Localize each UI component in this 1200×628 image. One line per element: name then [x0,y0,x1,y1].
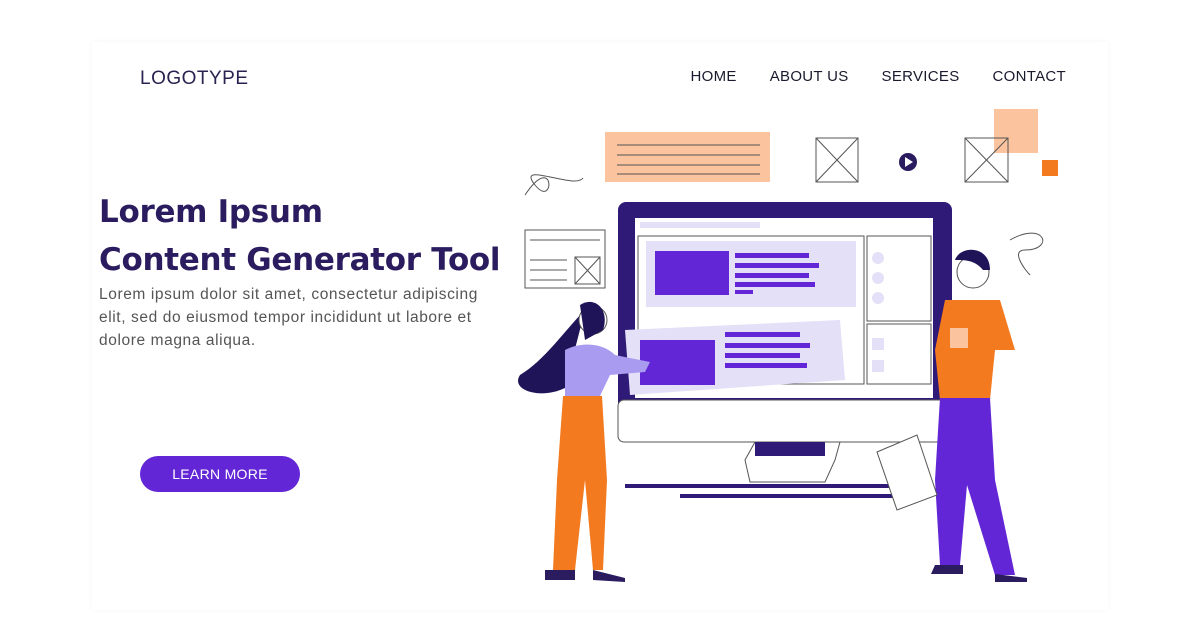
image-placeholder-icon [815,137,859,183]
learn-more-button[interactable]: LEARN MORE [140,456,300,492]
nav-contact[interactable]: CONTACT [993,68,1066,85]
nav-home[interactable]: HOME [691,68,737,85]
logo[interactable]: LOGOTYPE [140,68,249,90]
nav-services[interactable]: SERVICES [882,68,960,85]
hero-title-line2: Content Generator Tool [99,242,501,278]
hero-title-line1: Lorem Ipsum [99,194,323,230]
hero-illustration [518,109,1058,582]
main-nav: HOME ABOUT US SERVICES CONTACT [691,68,1067,85]
nav-about-us[interactable]: ABOUT US [770,68,849,85]
hero-title: Lorem Ipsum Content Generator Tool [99,188,501,284]
hero-description: Lorem ipsum dolor sit amet, consectetur … [99,286,478,349]
